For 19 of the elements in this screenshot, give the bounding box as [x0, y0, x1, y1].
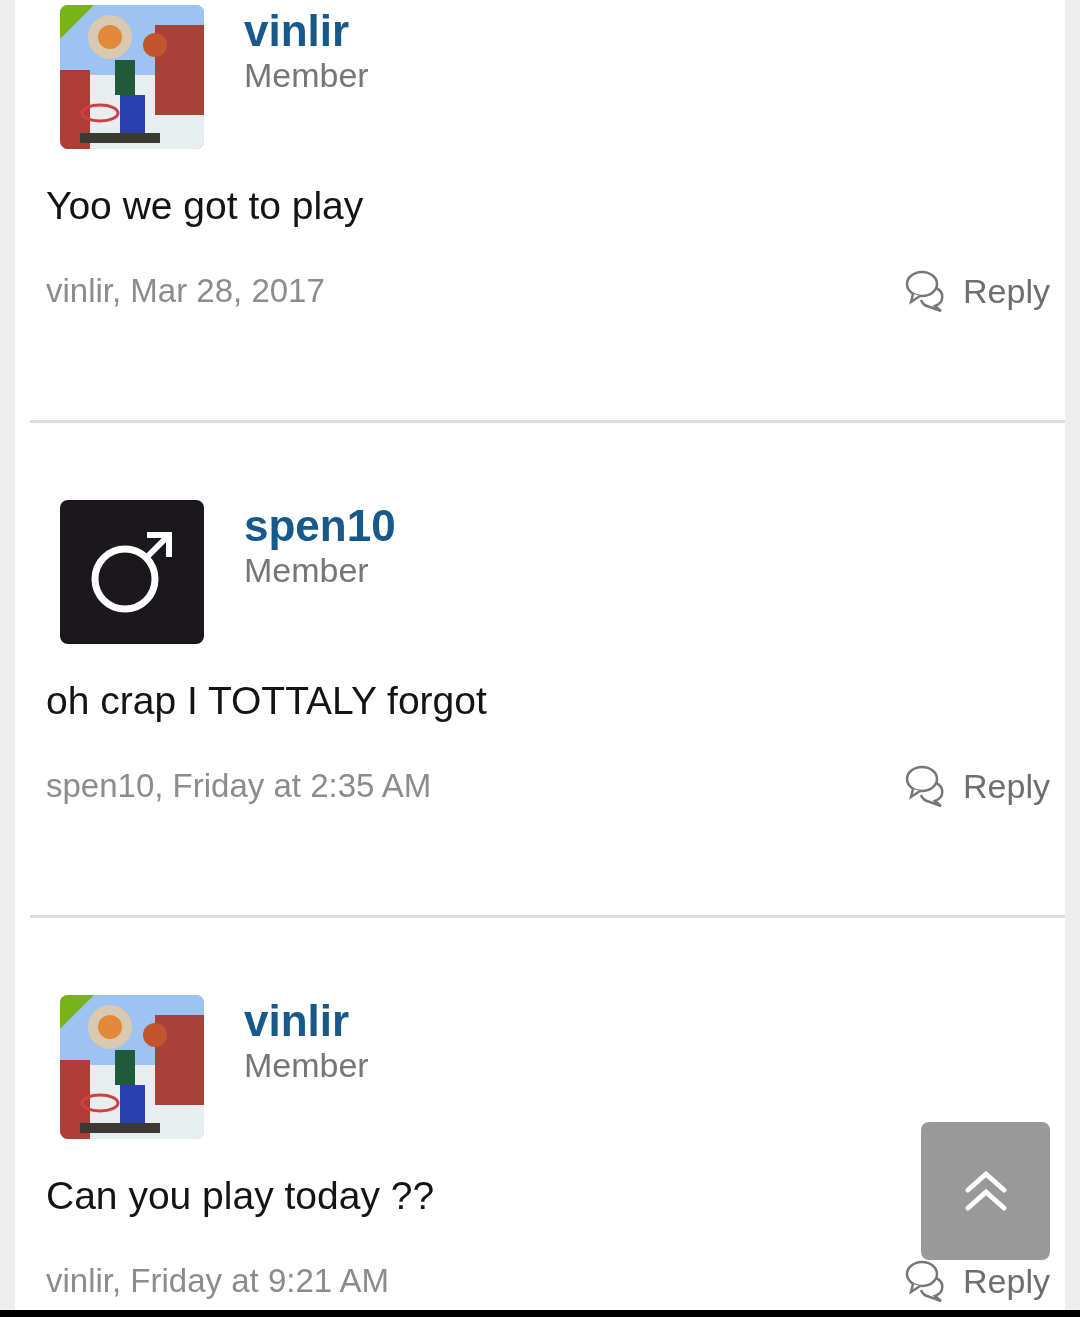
reply-link[interactable]: Reply — [905, 764, 1050, 808]
post-message: Can you play today ?? — [46, 1173, 435, 1219]
reply-link[interactable]: Reply — [905, 269, 1050, 313]
post-message: Yoo we got to play — [46, 183, 364, 229]
scroll-to-top-button[interactable] — [921, 1122, 1050, 1260]
post-message: oh crap I TOTTALY forgot — [46, 678, 487, 724]
post-meta: vinlir, Mar 28, 2017 — [46, 272, 325, 310]
reply-link[interactable]: Reply — [905, 1259, 1050, 1303]
post-meta: spen10, Friday at 2:35 AM — [46, 767, 432, 805]
male-symbol-icon — [89, 529, 175, 615]
post-meta: vinlir, Friday at 9:21 AM — [46, 1262, 389, 1300]
username-link[interactable]: vinlir — [244, 997, 369, 1045]
user-role: Member — [244, 550, 370, 590]
user-role: Member — [244, 1045, 369, 1085]
double-chevron-up-icon — [963, 1170, 1008, 1212]
user-role: Member — [244, 55, 369, 95]
username-link[interactable]: spen10 — [244, 502, 396, 550]
username-link[interactable]: vinlir — [244, 7, 369, 55]
avatar[interactable] — [60, 500, 204, 644]
